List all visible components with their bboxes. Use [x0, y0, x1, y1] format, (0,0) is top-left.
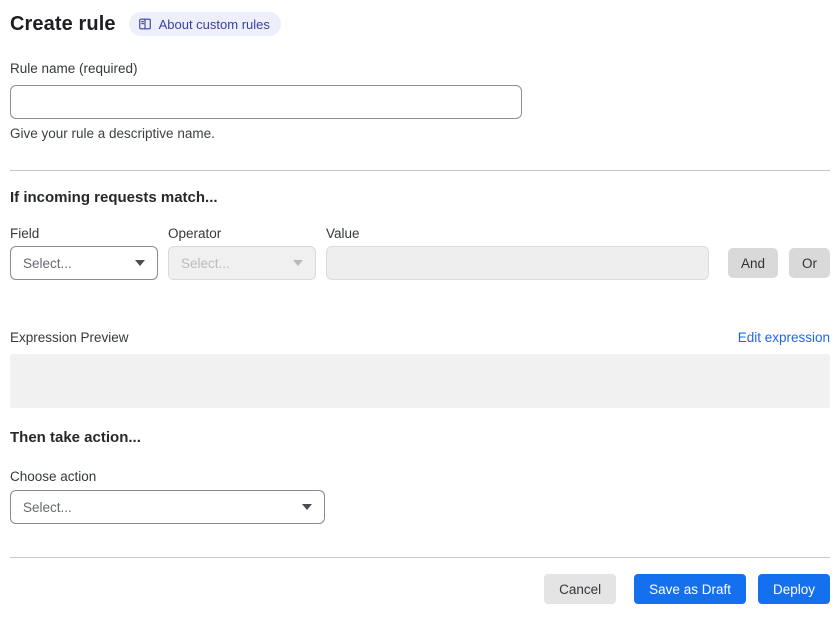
match-controls-row: Select... Select... And Or	[10, 246, 831, 280]
action-section-heading: Then take action...	[10, 429, 141, 446]
operator-select: Select...	[168, 246, 316, 280]
choose-action-select[interactable]: Select...	[10, 490, 325, 524]
rule-name-label: Rule name (required)	[10, 61, 138, 76]
and-button[interactable]: And	[727, 248, 779, 278]
value-label: Value	[326, 226, 360, 241]
rule-name-group: Rule name (required) Give your rule a de…	[10, 60, 830, 141]
value-input	[326, 246, 709, 280]
expression-preview-box	[10, 354, 830, 408]
expression-preview-row: Expression Preview Edit expression	[10, 330, 830, 345]
caret-down-icon	[293, 260, 303, 266]
operator-label: Operator	[168, 226, 222, 241]
field-select[interactable]: Select...	[10, 246, 158, 280]
or-button[interactable]: Or	[789, 248, 831, 278]
match-section-heading: If incoming requests match...	[10, 189, 218, 206]
rule-name-helper: Give your rule a descriptive name.	[10, 126, 215, 141]
match-column-labels: Field Operator Value	[10, 226, 830, 241]
create-rule-form: Create rule About custom rules Rule name…	[0, 0, 839, 624]
field-label: Field	[10, 226, 40, 241]
save-as-draft-button[interactable]: Save as Draft	[634, 574, 746, 604]
deploy-button[interactable]: Deploy	[757, 574, 830, 604]
cancel-button[interactable]: Cancel	[544, 574, 617, 604]
rule-name-input[interactable]	[10, 85, 522, 119]
about-badge-label: About custom rules	[158, 16, 270, 32]
operator-select-value: Select...	[181, 255, 230, 271]
footer-divider	[10, 557, 830, 558]
header: Create rule About custom rules	[10, 12, 830, 36]
edit-expression-link[interactable]: Edit expression	[738, 330, 830, 345]
field-select-value: Select...	[23, 255, 72, 271]
expression-preview-label: Expression Preview	[10, 330, 129, 345]
choose-action-select-value: Select...	[23, 499, 72, 515]
page-title: Create rule	[10, 12, 116, 35]
choose-action-label: Choose action	[10, 469, 97, 484]
caret-down-icon	[135, 260, 145, 266]
caret-down-icon	[302, 504, 312, 510]
footer-actions: Cancel Save as Draft Deploy	[10, 574, 830, 604]
book-icon	[138, 17, 152, 31]
about-custom-rules-badge[interactable]: About custom rules	[128, 12, 281, 36]
section-divider	[10, 170, 830, 171]
